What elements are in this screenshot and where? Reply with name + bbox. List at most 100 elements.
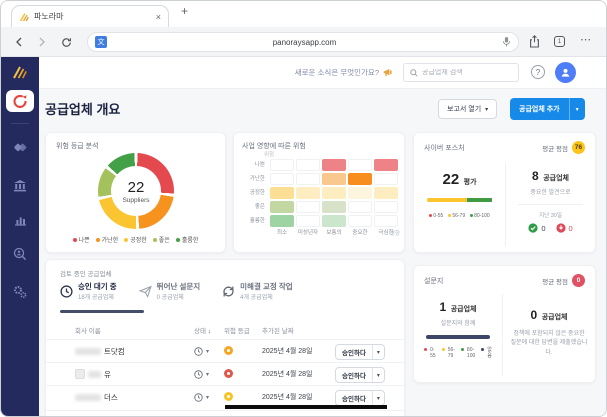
sidebar-item-overview[interactable] xyxy=(6,90,34,112)
sort-down-icon: ↓ xyxy=(208,328,211,335)
risk-dot xyxy=(224,369,233,378)
heatmap-cell[interactable] xyxy=(270,187,294,199)
heatmap-cell[interactable] xyxy=(374,159,398,171)
translate-icon[interactable]: 文 xyxy=(95,36,107,48)
right-unit: 공급업체 xyxy=(542,314,568,321)
heatmap-cell[interactable] xyxy=(270,159,294,171)
risk-panel-title: 위험 등급 분석 xyxy=(56,141,215,151)
heatmap-cell[interactable] xyxy=(322,215,346,227)
heatmap-cell[interactable] xyxy=(296,215,320,227)
findings-unit: 공급업체 xyxy=(543,175,569,182)
caret-down-icon: ▾ xyxy=(373,372,384,379)
review-title: 검토 중인 공급업체 xyxy=(60,268,111,278)
heatmap-cell[interactable] xyxy=(348,201,372,213)
heatmap-cell[interactable] xyxy=(348,215,372,227)
heatmap-cell[interactable] xyxy=(322,173,346,185)
heatmap-cell[interactable] xyxy=(374,201,398,213)
heatmap-cell[interactable] xyxy=(322,159,346,171)
tab-pending-approval[interactable]: 승인 대기 중18개 공급업체 xyxy=(60,282,117,301)
legend-item: 0-55 xyxy=(424,347,436,359)
open-report-button[interactable]: 보고서 열기▾ xyxy=(438,99,497,119)
whats-new-link[interactable]: 새로운 소식은 무엇인가요? xyxy=(231,67,393,78)
ratings-unit: 평가 xyxy=(464,179,477,186)
overview-gauge-icon xyxy=(12,94,28,108)
table-row-partial[interactable]: 승인하다▾ xyxy=(46,410,404,417)
address-bar[interactable]: 文 panoraysapp.com xyxy=(87,32,519,52)
sidebar-item-analytics[interactable] xyxy=(1,214,39,226)
help-icon[interactable]: ? xyxy=(531,65,545,79)
legend-item: 56-79 xyxy=(448,213,465,219)
heatmap-cell[interactable] xyxy=(296,173,320,185)
heatmap-cell[interactable] xyxy=(374,187,398,199)
risk-grade-panel: 위험 등급 분석 22 Suppliers 나쁜가난한공정한좋은훌륭한 xyxy=(45,132,226,253)
status-cell[interactable]: ▾ xyxy=(194,370,224,379)
risk-dot xyxy=(224,392,233,401)
table-row[interactable]: 트닷컴 ▾ 2025년 4월 28일승인하다▾ xyxy=(46,339,404,362)
heatmap-cell[interactable] xyxy=(296,187,320,199)
avatar[interactable] xyxy=(555,62,576,83)
with-questionnaire-column: 1 공급업체 설문지와 함께 0-5556-7980-100없음 xyxy=(414,294,503,376)
risk-donut[interactable]: 22 Suppliers xyxy=(98,153,174,229)
caret-down-icon: ▾ xyxy=(206,348,209,355)
forward-icon[interactable] xyxy=(37,37,47,47)
sidebar-item-discovery[interactable] xyxy=(1,247,39,261)
legend-item: 좋은 xyxy=(153,235,170,244)
findings-count: 8 xyxy=(532,169,539,183)
mic-icon[interactable] xyxy=(502,36,511,48)
date-added: 2025년 4월 28일 xyxy=(262,346,335,356)
back-icon[interactable] xyxy=(14,37,24,47)
company-name: 트닷컴 xyxy=(104,346,125,357)
tab-open-remediation[interactable]: 미해결 교정 작업4개 공급업체 xyxy=(222,282,292,301)
approve-button[interactable]: 승인하다▾ xyxy=(335,344,385,360)
tab-count: 18개 공급업체 xyxy=(78,292,117,301)
divider xyxy=(518,204,583,205)
table-row[interactable]: 유▾2025년 4월 28일승인하다▾ xyxy=(46,362,404,385)
browser-menu-icon[interactable]: ⋯ xyxy=(580,33,592,46)
heatmap-cell[interactable] xyxy=(348,187,372,199)
add-supplier-button[interactable]: 공급업체 추가 ▾ xyxy=(510,98,585,120)
sidebar xyxy=(1,57,39,417)
alert-circle-icon xyxy=(556,223,566,233)
legend-item: 없음 xyxy=(481,347,492,359)
person-icon xyxy=(560,67,571,78)
tab-outstanding-questionnaires[interactable]: 뛰어난 설문지0 공급업체 xyxy=(139,282,200,301)
redacted-name xyxy=(88,371,101,378)
reload-icon[interactable] xyxy=(61,37,72,48)
browser-tab[interactable]: 파노라마 × xyxy=(11,5,169,27)
heatmap-row-label: 가난한 xyxy=(240,173,268,185)
url-text[interactable]: panoraysapp.com xyxy=(107,38,502,47)
app-top-bar: 새로운 소식은 무엇인가요? ? xyxy=(39,57,607,89)
sidebar-item-settings[interactable] xyxy=(1,285,39,299)
browser-window: 파노라마 × + 文 panoraysapp.com 1 ⋯ 새로운 소식은 무… xyxy=(0,0,607,417)
heatmap-cell[interactable] xyxy=(270,173,294,185)
sidebar-item-suppliers[interactable] xyxy=(1,141,39,154)
heatmap-cell[interactable] xyxy=(348,173,372,185)
main-content: 공급업체 개요 보고서 열기▾ 공급업체 추가 ▾ 위험 등급 분석 22 Su… xyxy=(39,89,607,417)
heatmap-cell[interactable] xyxy=(270,201,294,213)
search-input[interactable] xyxy=(422,69,508,76)
sidebar-item-company[interactable] xyxy=(1,179,39,192)
tab-switcher-icon[interactable]: 1 xyxy=(554,36,565,47)
share-icon[interactable] xyxy=(529,35,540,48)
heatmap-cell[interactable] xyxy=(322,187,346,199)
questionnaire-panel: 설문지 평균 평점0 1 공급업체 설문지와 함께 0-5556-7980-10… xyxy=(413,265,596,383)
new-tab-button[interactable]: + xyxy=(181,4,188,18)
col-status[interactable]: 상태 ↓ xyxy=(194,325,224,335)
heatmap-cell[interactable] xyxy=(322,201,346,213)
status-cell[interactable]: ▾ xyxy=(194,347,224,356)
ratings-bar xyxy=(427,198,493,202)
heatmap-cell[interactable] xyxy=(374,215,398,227)
heatmap-cell[interactable] xyxy=(374,173,398,185)
heatmap-cell[interactable] xyxy=(270,215,294,227)
heatmap-cell[interactable] xyxy=(296,159,320,171)
status-cell[interactable]: ▾ xyxy=(194,393,224,402)
tab-close-icon[interactable]: × xyxy=(156,12,161,22)
period-label: 지난 30일 xyxy=(506,211,595,219)
heatmap-cell[interactable] xyxy=(296,201,320,213)
approve-button[interactable]: 승인하다▾ xyxy=(335,367,385,383)
heatmap-cell[interactable] xyxy=(348,159,372,171)
add-supplier-dropdown[interactable]: ▾ xyxy=(569,98,585,120)
risk-legend: 나쁜가난한공정한좋은훌륭한 xyxy=(46,235,225,244)
supplier-search[interactable] xyxy=(403,63,519,82)
approve-button[interactable]: 승인하다▾ xyxy=(335,390,385,406)
